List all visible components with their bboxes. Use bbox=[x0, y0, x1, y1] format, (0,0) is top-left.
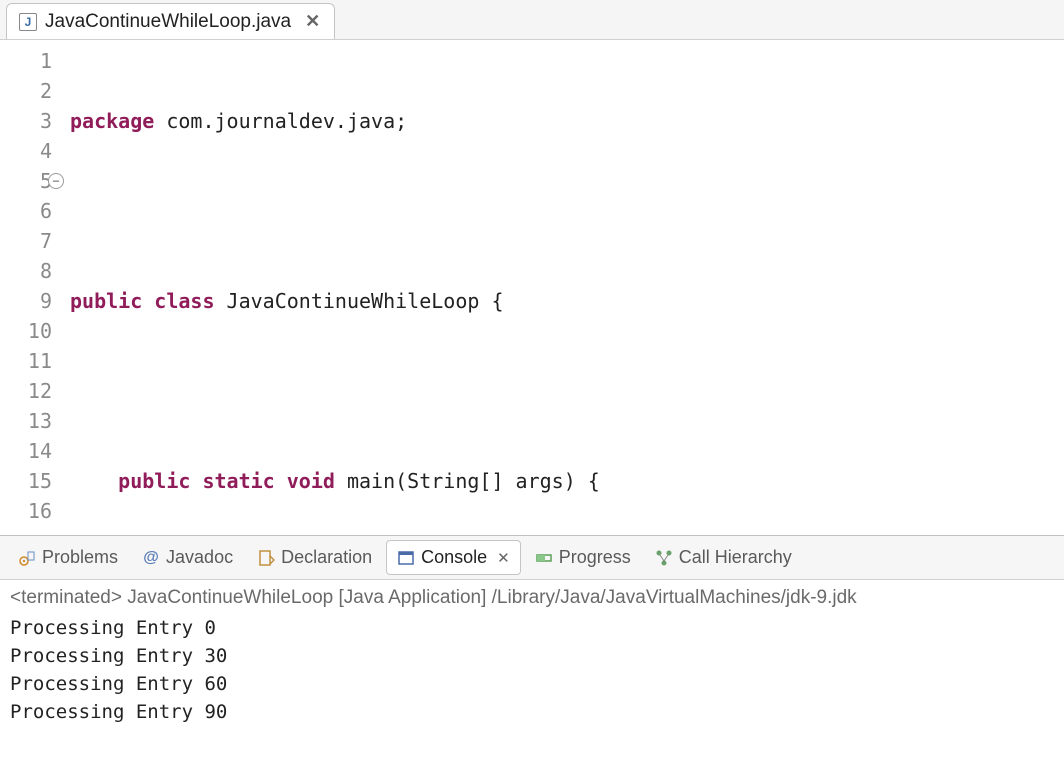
line-number: 14 bbox=[0, 436, 52, 466]
declaration-icon bbox=[257, 549, 275, 567]
line-number: 7 bbox=[0, 226, 52, 256]
code-line: public class JavaContinueWhileLoop { bbox=[64, 286, 1064, 316]
code-editor: 1 2 3 4 5 − 6 7 8 9 10 11 12 13 14 15 16… bbox=[0, 40, 1064, 536]
line-number: 6 bbox=[0, 196, 52, 226]
line-number: 8 bbox=[0, 256, 52, 286]
call-hierarchy-icon bbox=[655, 549, 673, 567]
editor-tab-bar: J JavaContinueWhileLoop.java ✕ bbox=[0, 0, 1064, 40]
line-number: 12 bbox=[0, 376, 52, 406]
tab-call-hierarchy[interactable]: Call Hierarchy bbox=[645, 541, 802, 574]
close-icon[interactable]: ✕ bbox=[497, 549, 510, 567]
tab-problems[interactable]: Problems bbox=[8, 541, 128, 574]
line-number: 13 bbox=[0, 406, 52, 436]
console-icon bbox=[397, 549, 415, 567]
line-number: 1 bbox=[0, 46, 52, 76]
tab-javadoc[interactable]: @ Javadoc bbox=[132, 541, 243, 574]
line-number: 15 bbox=[0, 466, 52, 496]
code-content[interactable]: package com.journaldev.java; public clas… bbox=[64, 40, 1064, 535]
line-number: 3 bbox=[0, 106, 52, 136]
line-number: 16 bbox=[0, 496, 52, 526]
line-number: 10 bbox=[0, 316, 52, 346]
console-line: Processing Entry 30 bbox=[10, 642, 1054, 670]
line-number: 11 bbox=[0, 346, 52, 376]
problems-icon bbox=[18, 549, 36, 567]
tab-title: JavaContinueWhileLoop.java bbox=[45, 11, 291, 33]
console-line: Processing Entry 0 bbox=[10, 614, 1054, 642]
code-line: package com.journaldev.java; bbox=[64, 106, 1064, 136]
console-status: <terminated> JavaContinueWhileLoop [Java… bbox=[10, 584, 1054, 612]
tab-progress[interactable]: Progress bbox=[525, 541, 641, 574]
line-number-gutter: 1 2 3 4 5 − 6 7 8 9 10 11 12 13 14 15 16 bbox=[0, 40, 64, 535]
tab-label: Javadoc bbox=[166, 547, 233, 568]
tab-label: Console bbox=[421, 547, 487, 568]
fold-collapse-icon[interactable]: − bbox=[48, 173, 64, 189]
java-file-icon: J bbox=[19, 13, 37, 31]
console-line: Processing Entry 60 bbox=[10, 670, 1054, 698]
tab-declaration[interactable]: Declaration bbox=[247, 541, 382, 574]
javadoc-icon: @ bbox=[142, 549, 160, 567]
tab-label: Progress bbox=[559, 547, 631, 568]
close-icon[interactable]: ✕ bbox=[305, 11, 320, 32]
tab-label: Declaration bbox=[281, 547, 372, 568]
editor-tab[interactable]: J JavaContinueWhileLoop.java ✕ bbox=[6, 3, 335, 39]
tab-label: Call Hierarchy bbox=[679, 547, 792, 568]
code-line bbox=[64, 196, 1064, 226]
line-number: 4 bbox=[0, 136, 52, 166]
bottom-view-tabs: Problems @ Javadoc Declaration Console ✕… bbox=[0, 536, 1064, 580]
line-number: 5 − bbox=[0, 166, 52, 196]
console-output: <terminated> JavaContinueWhileLoop [Java… bbox=[0, 580, 1064, 730]
code-line bbox=[64, 376, 1064, 406]
progress-icon bbox=[535, 549, 553, 567]
code-line: public static void main(String[] args) { bbox=[64, 466, 1064, 496]
tab-console[interactable]: Console ✕ bbox=[386, 540, 521, 575]
tab-label: Problems bbox=[42, 547, 118, 568]
console-line: Processing Entry 90 bbox=[10, 698, 1054, 726]
line-number: 2 bbox=[0, 76, 52, 106]
line-number: 9 bbox=[0, 286, 52, 316]
